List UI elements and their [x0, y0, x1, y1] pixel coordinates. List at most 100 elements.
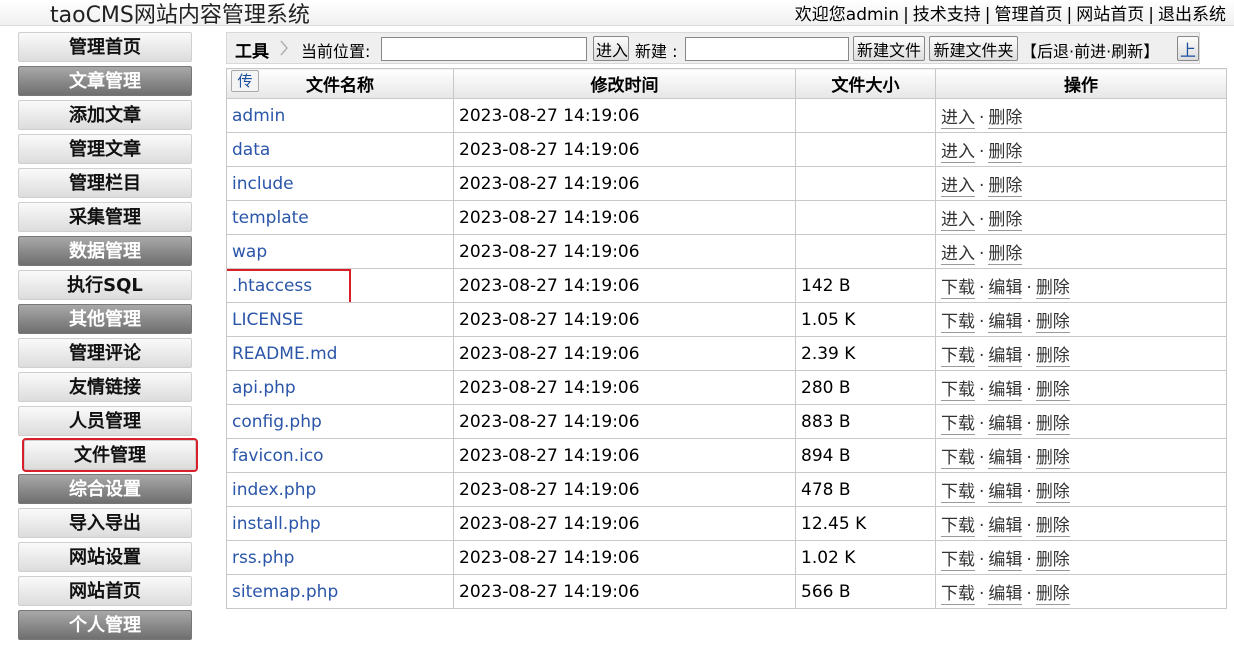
download-link[interactable]: 下载	[941, 584, 975, 605]
file-name-link[interactable]: LICENSE	[232, 310, 303, 330]
enter-link[interactable]: 进入	[941, 244, 975, 265]
enter-link[interactable]: 进入	[941, 108, 975, 129]
new-name-input[interactable]	[685, 37, 849, 61]
enter-link[interactable]: 进入	[941, 176, 975, 197]
delete-link[interactable]: 删除	[1035, 312, 1070, 333]
folder-name-link[interactable]: wap	[232, 242, 267, 262]
delete-link[interactable]: 删除	[988, 142, 1023, 163]
admin-home-link[interactable]: 管理首页	[995, 5, 1063, 25]
file-size-cell: 894 B	[795, 438, 936, 473]
sidebar-item-10[interactable]: 友情链接	[18, 372, 192, 402]
edit-link[interactable]: 编辑	[988, 584, 1023, 605]
edit-link[interactable]: 编辑	[988, 380, 1023, 401]
sidebar-item-7[interactable]: 执行SQL	[18, 270, 192, 300]
edit-link[interactable]: 编辑	[988, 516, 1023, 537]
sidebar-item-5[interactable]: 采集管理	[18, 202, 192, 232]
file-name-link[interactable]: rss.php	[232, 548, 294, 568]
file-size-cell: 12.45 K	[795, 506, 936, 541]
sidebar-group-1: 文章管理	[18, 66, 192, 96]
delete-link[interactable]: 删除	[988, 176, 1023, 197]
new-file-button[interactable]: 新建文件	[853, 36, 925, 61]
file-name-cell: wap	[226, 234, 454, 269]
header-file-size: 文件大小	[795, 68, 936, 99]
sidebar-item-14[interactable]: 导入导出	[18, 508, 192, 538]
modified-time-cell: 2023-08-27 14:19:06	[453, 472, 796, 507]
delete-link[interactable]: 删除	[1035, 516, 1070, 537]
delete-link[interactable]: 删除	[1035, 278, 1070, 299]
delete-link[interactable]: 删除	[988, 108, 1023, 129]
sidebar-item-0[interactable]: 管理首页	[18, 32, 192, 62]
file-name-link[interactable]: api.php	[232, 378, 296, 398]
file-name-link[interactable]: .htaccess	[232, 276, 312, 296]
delete-link[interactable]: 删除	[1035, 380, 1070, 401]
sidebar-item-15[interactable]: 网站设置	[18, 542, 192, 572]
actions-cell: 下载 · 编辑 · 删除	[935, 472, 1227, 507]
enter-button[interactable]: 进入	[593, 36, 629, 61]
edit-link[interactable]: 编辑	[988, 278, 1023, 299]
file-name-link[interactable]: install.php	[232, 514, 321, 534]
folder-name-link[interactable]: admin	[232, 106, 285, 126]
sidebar-item-16[interactable]: 网站首页	[18, 576, 192, 606]
tech-support-link[interactable]: 技术支持	[913, 5, 981, 25]
edit-link[interactable]: 编辑	[988, 550, 1023, 571]
file-name-link[interactable]: index.php	[232, 480, 316, 500]
delete-link[interactable]: 删除	[1035, 414, 1070, 435]
sidebar-item-4[interactable]: 管理栏目	[18, 168, 192, 198]
download-link[interactable]: 下载	[941, 414, 975, 435]
download-link[interactable]: 下载	[941, 278, 975, 299]
sidebar-group-8: 其他管理	[18, 304, 192, 334]
folder-name-link[interactable]: include	[232, 174, 294, 194]
logout-link[interactable]: 退出系统	[1158, 5, 1226, 25]
delete-link[interactable]: 删除	[1035, 584, 1070, 605]
file-table: 传 文件名称 修改时间 文件大小 操作 admin 2023-08-27 14:1…	[226, 68, 1227, 609]
forward-link[interactable]: 前进	[1074, 42, 1106, 61]
file-name-link[interactable]: favicon.ico	[232, 446, 324, 466]
upload-button[interactable]: 传	[231, 70, 259, 92]
download-link[interactable]: 下载	[941, 312, 975, 333]
new-folder-button[interactable]: 新建文件夹	[929, 36, 1018, 61]
edit-link[interactable]: 编辑	[988, 414, 1023, 435]
file-name-cell: install.php	[226, 506, 454, 541]
table-row: .htaccess 2023-08-27 14:19:06 142 B 下载 · 编辑 · 删…	[226, 268, 1227, 303]
edit-link[interactable]: 编辑	[988, 448, 1023, 469]
modified-time-cell: 2023-08-27 14:19:06	[453, 268, 796, 303]
file-name-cell: api.php	[226, 370, 454, 405]
site-home-link[interactable]: 网站首页	[1076, 5, 1144, 25]
file-toolbar: 工具 当前位置: 进入 新建 : 新建文件 新建文件夹 【后退·前进·刷新】 上	[226, 32, 1200, 64]
download-link[interactable]: 下载	[941, 346, 975, 367]
table-row: api.php 2023-08-27 14:19:06 280 B 下载 · 编辑 · 删除	[226, 370, 1227, 405]
sidebar-item-3[interactable]: 管理文章	[18, 134, 192, 164]
enter-link[interactable]: 进入	[941, 210, 975, 231]
delete-link[interactable]: 删除	[1035, 346, 1070, 367]
download-link[interactable]: 下载	[941, 516, 975, 537]
current-position-input[interactable]	[381, 37, 587, 61]
actions-cell: 进入 · 删除	[935, 132, 1227, 167]
file-name-link[interactable]: sitemap.php	[232, 582, 338, 602]
refresh-link[interactable]: 刷新	[1111, 42, 1143, 61]
edit-link[interactable]: 编辑	[988, 482, 1023, 503]
delete-link[interactable]: 删除	[1035, 482, 1070, 503]
download-link[interactable]: 下载	[941, 482, 975, 503]
folder-name-link[interactable]: template	[232, 208, 309, 228]
table-row: sitemap.php 2023-08-27 14:19:06 566 B 下载 · 编辑…	[226, 574, 1227, 609]
table-header-row: 传 文件名称 修改时间 文件大小 操作	[226, 68, 1227, 99]
download-link[interactable]: 下载	[941, 380, 975, 401]
enter-link[interactable]: 进入	[941, 142, 975, 163]
folder-name-link[interactable]: data	[232, 140, 270, 160]
delete-link[interactable]: 删除	[988, 244, 1023, 265]
edit-link[interactable]: 编辑	[988, 312, 1023, 333]
sidebar-item-2[interactable]: 添加文章	[18, 100, 192, 130]
sidebar-item-12[interactable]: 文件管理	[22, 438, 198, 472]
back-link[interactable]: 后退	[1037, 42, 1069, 61]
file-name-link[interactable]: README.md	[232, 344, 337, 364]
delete-link[interactable]: 删除	[1035, 550, 1070, 571]
delete-link[interactable]: 删除	[988, 210, 1023, 231]
file-name-link[interactable]: config.php	[232, 412, 322, 432]
sidebar-item-9[interactable]: 管理评论	[18, 338, 192, 368]
sidebar-item-11[interactable]: 人员管理	[18, 406, 192, 436]
download-link[interactable]: 下载	[941, 550, 975, 571]
delete-link[interactable]: 删除	[1035, 448, 1070, 469]
download-link[interactable]: 下载	[941, 448, 975, 469]
edit-link[interactable]: 编辑	[988, 346, 1023, 367]
up-button[interactable]: 上	[1177, 36, 1199, 61]
